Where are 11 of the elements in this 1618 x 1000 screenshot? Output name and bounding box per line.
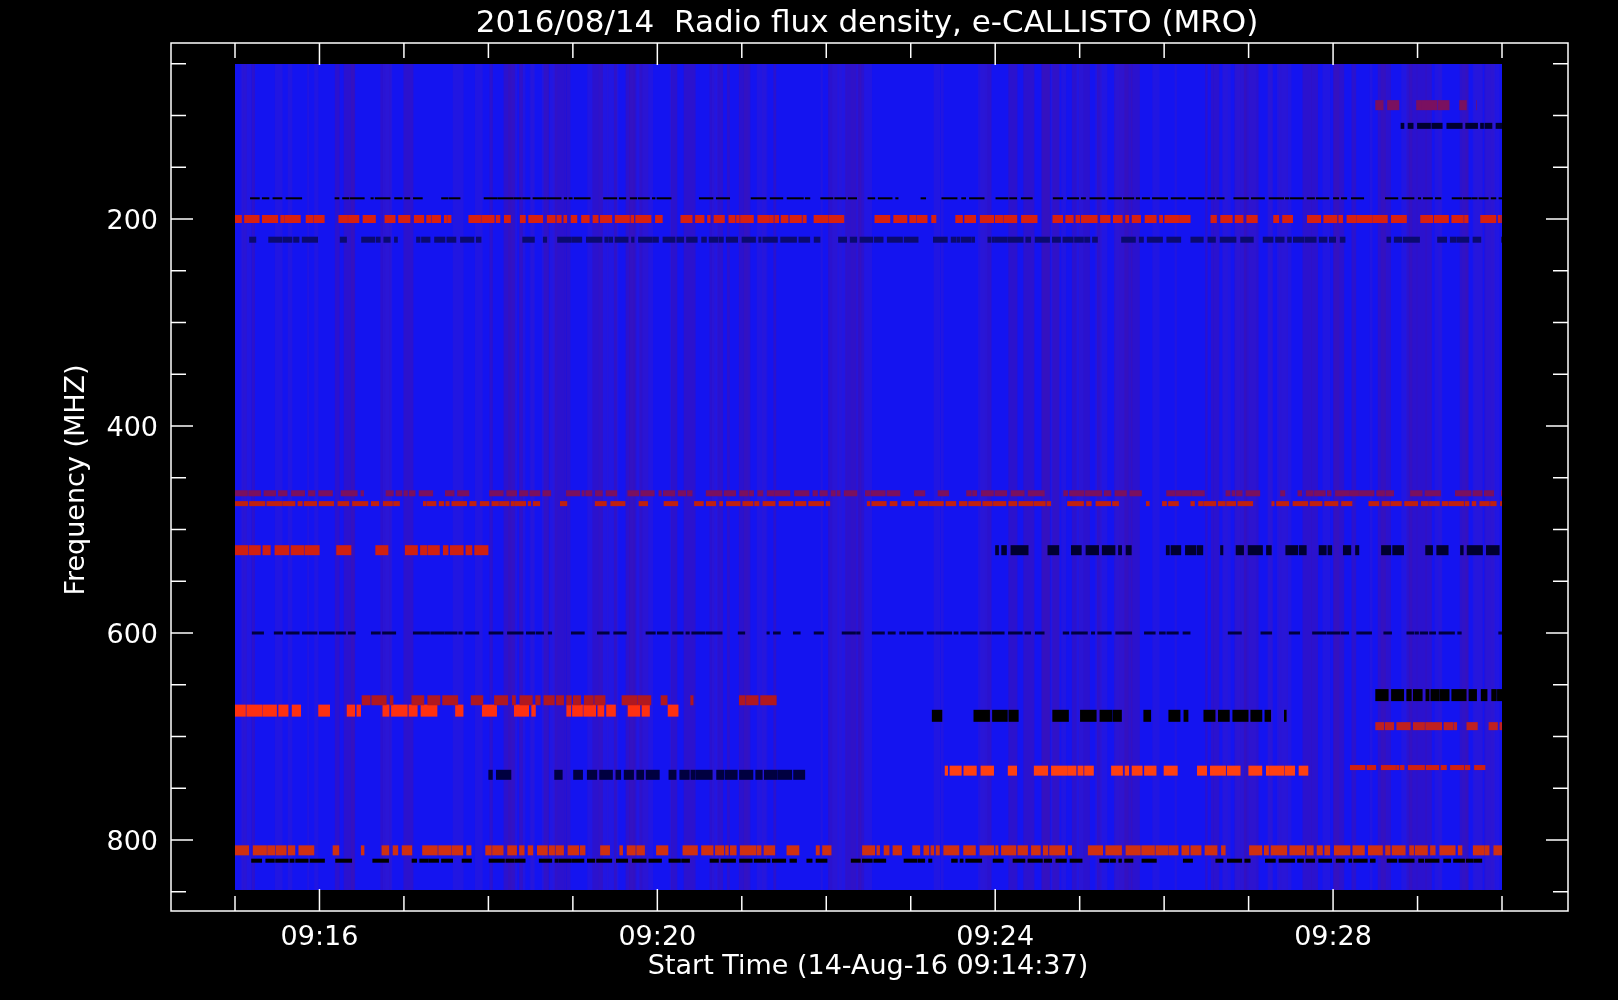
x-axis-label: Start Time (14-Aug-16 09:14:37) xyxy=(647,949,1089,980)
x-tick-label: 09:24 xyxy=(956,920,1035,951)
chart-title: 2016/08/14 Radio flux density, e-CALLISTO (MRO) xyxy=(475,3,1259,39)
y-axis-label: Frequency (MHZ) xyxy=(59,364,90,596)
y-tick-label: 800 xyxy=(106,825,158,856)
y-tick-label: 400 xyxy=(106,411,158,442)
x-tick-label: 09:16 xyxy=(280,920,359,951)
y-tick-label: 200 xyxy=(106,204,158,235)
y-tick-label: 600 xyxy=(106,618,158,649)
x-tick-label: 09:28 xyxy=(1294,920,1372,951)
x-tick-label: 09:20 xyxy=(618,920,697,951)
